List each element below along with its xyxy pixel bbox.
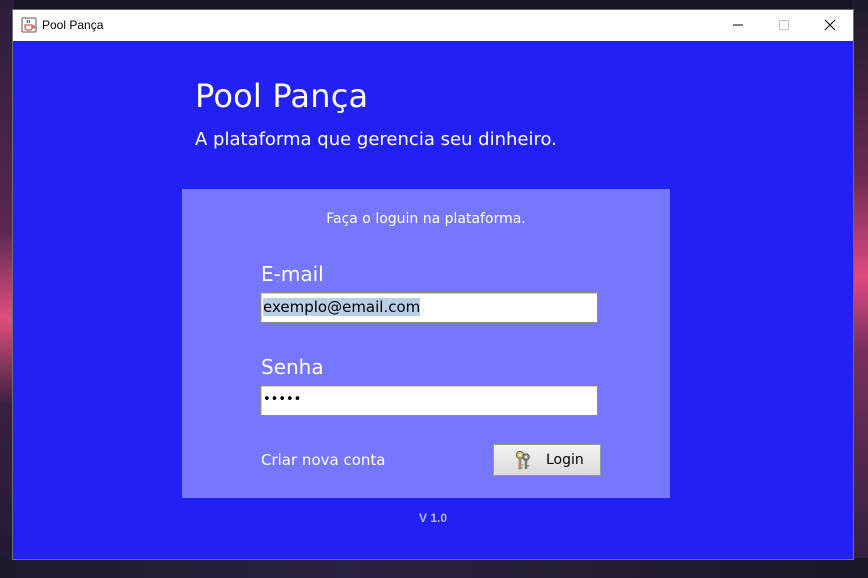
desktop-background-left: [0, 0, 14, 578]
desktop-background-right: [852, 0, 868, 578]
password-label: Senha: [261, 355, 324, 379]
app-window: Pool Pança Pool Pança A plataforma que g…: [13, 10, 853, 559]
maximize-button: [761, 10, 807, 40]
maximize-icon: [778, 16, 790, 35]
create-account-link[interactable]: Criar nova conta: [261, 451, 385, 469]
minimize-icon: [732, 16, 744, 35]
password-value: •••••: [263, 392, 302, 407]
keys-icon: [512, 449, 534, 471]
app-title: Pool Pança: [195, 77, 369, 115]
close-icon: [824, 16, 836, 35]
version-label: V 1.0: [418, 511, 448, 525]
email-value: exemplo@email.com: [263, 298, 421, 316]
email-label: E-mail: [261, 262, 324, 286]
login-button[interactable]: Login: [493, 444, 601, 476]
login-panel: Faça o loguin na plataforma. E-mail exem…: [182, 189, 670, 498]
title-bar[interactable]: Pool Pança: [13, 10, 853, 40]
email-field[interactable]: exemplo@email.com: [260, 292, 598, 323]
password-field[interactable]: •••••: [260, 385, 598, 416]
desktop-background-bottom: [0, 558, 868, 578]
login-hint: Faça o loguin na plataforma.: [326, 211, 526, 227]
login-button-label: Login: [546, 452, 584, 468]
minimize-button[interactable]: [715, 10, 761, 40]
window-title: Pool Pança: [42, 18, 104, 32]
java-cup-icon: [21, 17, 37, 33]
close-button[interactable]: [807, 10, 853, 40]
app-subtitle: A plataforma que gerencia seu dinheiro.: [195, 129, 557, 150]
app-content: Pool Pança A plataforma que gerencia seu…: [13, 41, 853, 559]
